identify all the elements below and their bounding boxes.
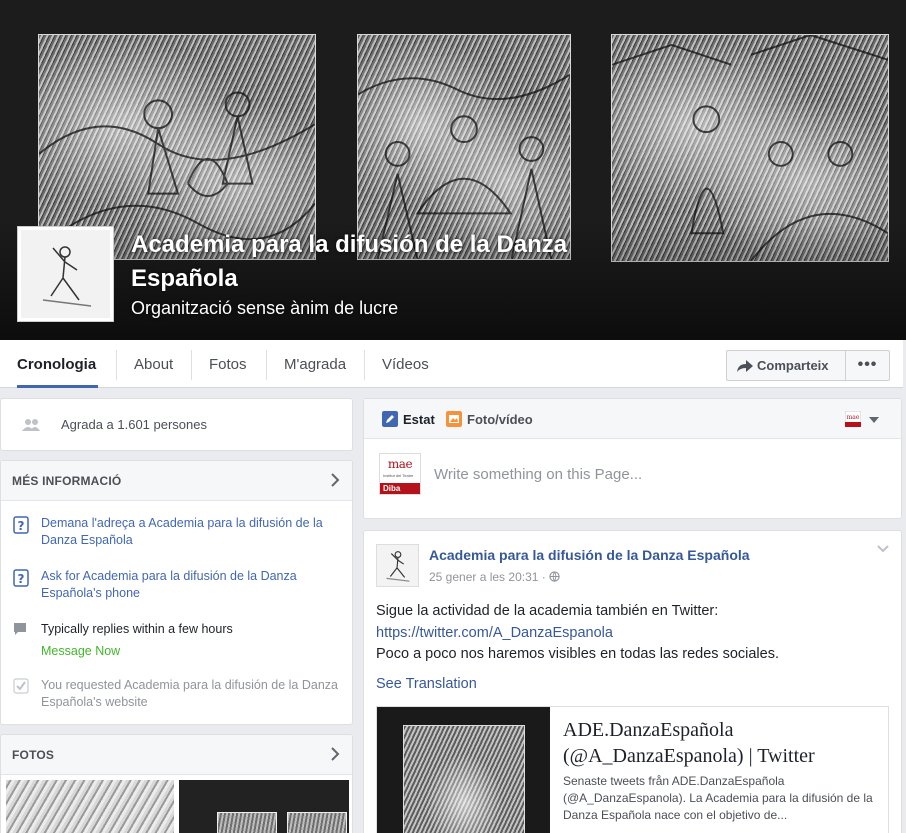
- twitter-link[interactable]: https://twitter.com/A_DanzaEspanola: [376, 623, 886, 645]
- website-request-text: You requested Academia para la difusión …: [41, 678, 338, 709]
- website-request-row: You requested Academia para la difusión …: [13, 677, 343, 711]
- page-title[interactable]: Academia para la difusión de la Danza Es…: [131, 228, 651, 296]
- photos-header[interactable]: FOTOS: [1, 735, 352, 775]
- people-icon: [22, 419, 40, 431]
- ask-address-row[interactable]: ? Demana l'adreça a Academia para la dif…: [13, 515, 343, 549]
- tab-magrada[interactable]: M'agrada: [267, 340, 363, 388]
- chevron-right-icon[interactable]: [330, 746, 340, 762]
- profile-picture[interactable]: [17, 226, 114, 322]
- question-icon: ?: [13, 516, 29, 534]
- voice-selector[interactable]: mae: [844, 410, 879, 432]
- attachment-description: Senaste tweets från ADE.DanzaEspañola (@…: [563, 774, 873, 822]
- photos-title: FOTOS: [12, 748, 55, 762]
- page-category: Organització sense ànim de lucre: [131, 298, 399, 318]
- composer-body[interactable]: mae Institut del Teatre Diba Write somet…: [364, 439, 901, 519]
- post-author-avatar[interactable]: [376, 544, 419, 587]
- speech-bubble-icon: [14, 623, 26, 635]
- share-button[interactable]: Comparteix: [726, 350, 846, 381]
- mae-logo-text: mae: [387, 457, 413, 471]
- more-info-header[interactable]: MÉS INFORMACIÓ: [1, 461, 352, 501]
- composer-tab-status-label: Estat: [403, 412, 435, 427]
- chevron-right-icon[interactable]: [330, 472, 340, 488]
- photos-card: FOTOS: [0, 734, 353, 833]
- post-composer: Estat Foto/vídeo mae mae Institut del Te…: [363, 398, 902, 519]
- svg-text:?: ?: [18, 572, 25, 586]
- timeline-post: Academia para la difusión de la Danza Es…: [363, 530, 902, 833]
- composer-tab-photo-label: Foto/vídeo: [467, 412, 533, 427]
- composer-tab-photo-video[interactable]: Foto/vídeo: [446, 411, 533, 427]
- cover-photo[interactable]: Academia para la difusión de la Danza Es…: [0, 0, 906, 340]
- tab-cronologia[interactable]: Cronologia: [0, 340, 113, 388]
- post-text-line: Sigue la actividad de la academia tambié…: [376, 603, 719, 619]
- globe-icon: [549, 571, 560, 582]
- chevron-down-icon[interactable]: [877, 545, 889, 553]
- more-info-card: MÉS INFORMACIÓ ? Demana l'adreça a Acade…: [0, 460, 353, 725]
- post-meta: 25 gener a les 20:31 ·: [429, 570, 560, 584]
- post-body: Sigue la actividad de la academia tambié…: [376, 601, 886, 666]
- attachment-title[interactable]: ADE.DanzaEspañola (@A_DanzaEspanola) | T…: [563, 717, 883, 769]
- share-arrow-icon: [737, 360, 753, 372]
- post-author-name[interactable]: Academia para la difusión de la Danza Es…: [429, 547, 750, 563]
- response-time-text: Typically replies within a few hours: [41, 622, 233, 636]
- composer-tab-status[interactable]: Estat: [382, 411, 435, 427]
- post-timestamp[interactable]: 25 gener a les 20:31: [429, 570, 538, 584]
- photo-thumbnail[interactable]: [6, 780, 174, 833]
- mae-logo-bar: Diba: [380, 483, 420, 494]
- photo-thumbnail[interactable]: [179, 780, 349, 833]
- photo-video-icon: [446, 411, 462, 427]
- see-translation-link[interactable]: See Translation: [376, 676, 477, 692]
- share-button-label: Comparteix: [757, 358, 829, 373]
- message-now-link[interactable]: Message Now: [41, 643, 343, 660]
- mae-mini-logo-icon: mae: [844, 410, 862, 428]
- likes-count-text[interactable]: Agrada a 1.601 persones: [61, 417, 207, 432]
- ask-phone-row[interactable]: ? Ask for Academia para la difusión de l…: [13, 568, 343, 602]
- mae-logo-subtitle: Institut del Teatre: [383, 473, 414, 478]
- svg-text:mae: mae: [846, 414, 859, 421]
- pencil-icon: [382, 411, 398, 427]
- composer-tabs: Estat Foto/vídeo mae: [364, 399, 901, 439]
- caret-down-icon: [869, 417, 879, 423]
- response-time-row: Typically replies within a few hours Mes…: [13, 621, 343, 660]
- likes-card: Agrada a 1.601 persones: [0, 398, 353, 451]
- ask-phone-link[interactable]: Ask for Academia para la difusión de la …: [41, 568, 343, 602]
- post-text-line: Poco a poco nos haremos visibles en toda…: [376, 646, 779, 662]
- mae-logo: mae Institut del Teatre Diba: [379, 453, 421, 495]
- tab-about[interactable]: About: [117, 340, 190, 388]
- more-options-button[interactable]: •••: [845, 350, 890, 381]
- svg-text:?: ?: [18, 519, 25, 533]
- more-info-title: MÉS INFORMACIÓ: [12, 474, 122, 488]
- ask-address-link[interactable]: Demana l'adreça a Academia para la difus…: [41, 515, 343, 549]
- composer-input[interactable]: Write something on this Page...: [434, 466, 642, 483]
- attachment-image[interactable]: [377, 707, 550, 833]
- question-icon: ?: [13, 569, 29, 587]
- link-attachment[interactable]: ADE.DanzaEspañola (@A_DanzaEspanola) | T…: [376, 706, 889, 833]
- tab-fotos[interactable]: Fotos: [192, 340, 264, 388]
- tab-videos[interactable]: Vídeos: [365, 340, 446, 388]
- checkmark-icon: [13, 678, 29, 694]
